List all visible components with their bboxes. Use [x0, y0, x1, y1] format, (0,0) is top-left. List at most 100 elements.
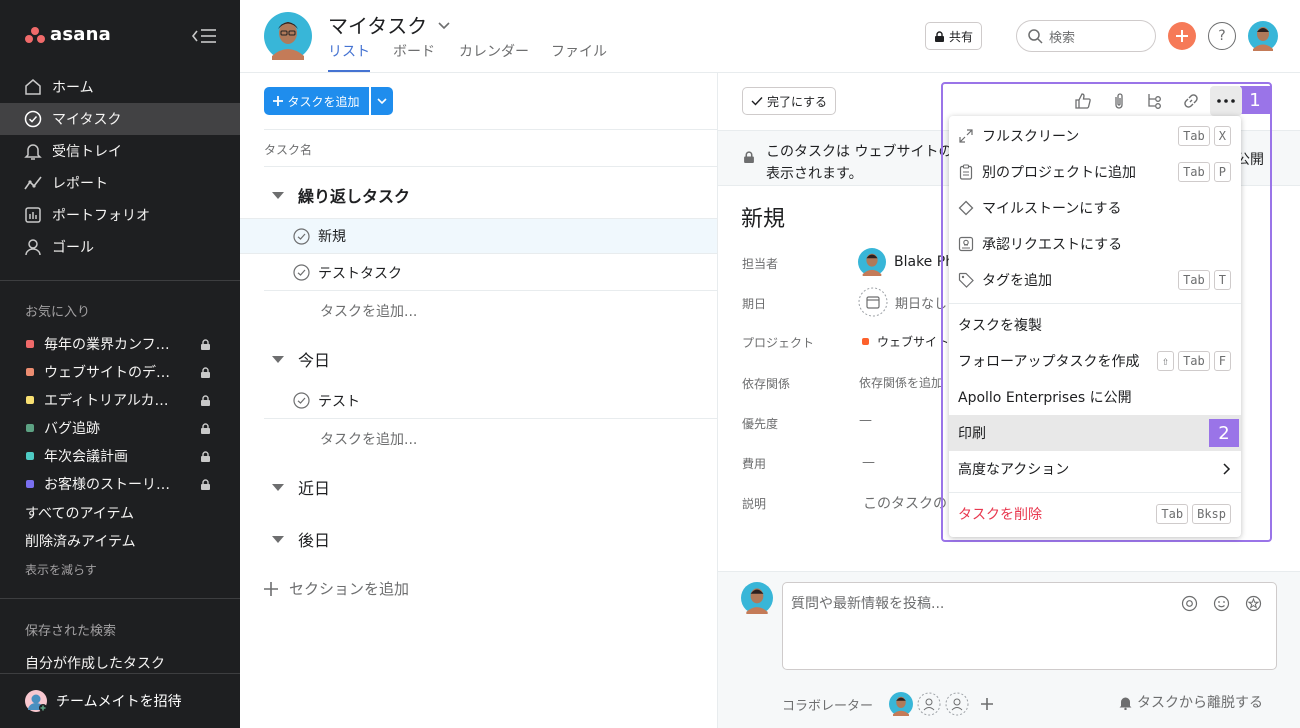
tab-list[interactable]: リスト — [328, 41, 370, 72]
check-circle-icon[interactable] — [293, 392, 310, 409]
asana-logo[interactable]: asana — [25, 24, 111, 45]
approval-icon — [958, 236, 974, 252]
project-color — [26, 452, 34, 460]
key: Tab — [1178, 351, 1210, 371]
favorite-item[interactable]: お客様のストーリ… — [0, 470, 240, 498]
add-task-button[interactable]: タスクを追加 — [264, 87, 369, 115]
favorite-item[interactable]: 毎年の業界カンフ… — [0, 330, 240, 358]
menu-item-follow-up[interactable]: フォローアップタスクを作成 ⇧ Tab F — [949, 343, 1241, 379]
menu-item-delete[interactable]: タスクを削除 Tab Bksp — [949, 496, 1241, 532]
invite-teammates-button[interactable]: チームメイトを招待 — [0, 673, 240, 728]
favorite-item[interactable]: バグ追跡 — [0, 414, 240, 442]
menu-item-label: フォローアップタスクを作成 — [958, 354, 1140, 370]
saved-search-item[interactable]: 自分が作成したタスク — [25, 653, 165, 673]
nav-portfolios[interactable]: ポートフォリオ — [0, 199, 240, 231]
tab-board[interactable]: ボード — [393, 41, 435, 61]
comment-input[interactable]: 質問や最新情報を投稿... — [782, 582, 1277, 670]
task-title[interactable]: 新規 — [741, 201, 785, 233]
mention-icon[interactable] — [1181, 595, 1198, 612]
show-less-link[interactable]: 表示を減らす — [25, 561, 97, 578]
emoji-icon[interactable] — [1213, 595, 1230, 612]
portfolio-icon — [25, 207, 41, 223]
task-row[interactable]: テストタスク — [264, 255, 717, 291]
leave-task-button[interactable]: タスクから離脱する — [1118, 692, 1263, 712]
chevron-right-icon — [1223, 463, 1231, 475]
favorite-item[interactable]: ウェブサイトのデ… — [0, 358, 240, 386]
more-actions-button[interactable] — [1210, 86, 1242, 116]
shortcut: Tab X — [1174, 126, 1231, 146]
description-field[interactable]: このタスクの — [863, 493, 947, 513]
task-row[interactable]: 新規 — [240, 218, 717, 254]
account-avatar[interactable] — [1248, 21, 1278, 51]
favorites-heading[interactable]: お気に入り — [25, 301, 90, 320]
key: P — [1213, 162, 1231, 182]
collapse-triangle-icon[interactable] — [272, 191, 284, 199]
search-input[interactable]: 検索 — [1016, 20, 1156, 52]
dependencies-label: 依存関係 — [742, 377, 791, 391]
plus-icon[interactable] — [981, 698, 994, 710]
star-icon[interactable] — [1245, 595, 1262, 612]
add-task-row[interactable]: タスクを追加... — [320, 301, 417, 321]
collaborators-label: コラボレーター — [782, 698, 874, 714]
home-icon — [25, 79, 41, 95]
mark-complete-button[interactable]: 完了にする — [742, 87, 836, 115]
help-button[interactable]: ? — [1208, 22, 1236, 50]
task-row[interactable]: テスト — [264, 383, 717, 419]
tab-calendar[interactable]: カレンダー — [459, 41, 529, 61]
check-circle-icon[interactable] — [293, 264, 310, 281]
column-header[interactable]: タスク名 — [264, 129, 717, 167]
add-collaborator-icon[interactable] — [945, 692, 969, 716]
section-recurring[interactable]: 繰り返しタスク — [272, 183, 410, 207]
share-button[interactable]: 共有 — [925, 22, 982, 50]
check-circle-icon[interactable] — [293, 227, 310, 245]
tab-files[interactable]: ファイル — [551, 41, 607, 61]
add-dependency-link[interactable]: 依存関係を追加 — [859, 374, 943, 391]
lock-icon — [934, 30, 944, 42]
menu-item-add-tag[interactable]: タグを追加 Tab T — [949, 262, 1241, 298]
tag-icon — [958, 272, 974, 288]
menu-item-print[interactable]: 印刷 2 — [949, 415, 1241, 451]
chevron-down-icon[interactable] — [437, 18, 451, 32]
assignee-avatar — [858, 248, 886, 276]
due-date-field[interactable]: 期日なし — [858, 287, 947, 317]
add-task-row[interactable]: タスクを追加... — [320, 429, 417, 449]
add-collaborator-icon[interactable] — [917, 692, 941, 716]
collaborator-avatar[interactable] — [889, 692, 914, 716]
collapse-sidebar-icon[interactable] — [190, 25, 218, 47]
section-upcoming[interactable]: 近日 — [272, 475, 330, 499]
nav-my-tasks[interactable]: マイタスク — [0, 103, 240, 135]
priority-value[interactable]: — — [859, 413, 872, 428]
favorite-item[interactable]: 年次会議計画 — [0, 442, 240, 470]
lock-icon — [744, 151, 754, 163]
collapse-triangle-icon[interactable] — [272, 535, 284, 543]
favorite-item[interactable]: エディトリアルカ… — [0, 386, 240, 414]
collapse-triangle-icon[interactable] — [272, 483, 284, 491]
collapse-triangle-icon[interactable] — [272, 355, 284, 363]
menu-item-fullscreen[interactable]: フルスクリーン Tab X — [949, 118, 1241, 154]
menu-item-add-to-project[interactable]: 別のプロジェクトに追加 Tab P — [949, 154, 1241, 190]
nav-label: マイタスク — [52, 112, 122, 128]
quick-add-button[interactable] — [1168, 22, 1196, 50]
menu-item-milestone[interactable]: マイルストーンにする — [949, 190, 1241, 226]
asana-logo-icon — [25, 26, 45, 43]
assignee-field[interactable]: Blake Ph — [858, 248, 954, 276]
add-section-button[interactable]: セクションを追加 — [264, 578, 409, 599]
cost-value[interactable]: — — [862, 455, 875, 470]
menu-item-duplicate[interactable]: タスクを複製 — [949, 307, 1241, 343]
all-items-link[interactable]: すべてのアイテム — [25, 503, 134, 523]
deleted-items-link[interactable]: 削除済みアイテム — [25, 531, 136, 551]
nav-inbox[interactable]: 受信トレイ — [0, 135, 240, 167]
nav-reports[interactable]: レポート — [0, 167, 240, 199]
menu-item-advanced[interactable]: 高度なアクション — [949, 451, 1241, 487]
section-today[interactable]: 今日 — [272, 347, 330, 371]
add-task-dropdown[interactable] — [371, 87, 393, 115]
page-title[interactable]: マイタスク — [328, 10, 451, 39]
menu-item-approval[interactable]: 承認リクエストにする — [949, 226, 1241, 262]
nav-home[interactable]: ホーム — [0, 71, 240, 103]
section-later[interactable]: 後日 — [272, 527, 330, 551]
project-color — [26, 340, 34, 348]
menu-item-make-public[interactable]: Apollo Enterprises に公開 — [949, 379, 1241, 415]
plus-icon — [273, 96, 284, 106]
nav-goals[interactable]: ゴール — [0, 231, 240, 263]
user-avatar[interactable] — [264, 12, 312, 60]
